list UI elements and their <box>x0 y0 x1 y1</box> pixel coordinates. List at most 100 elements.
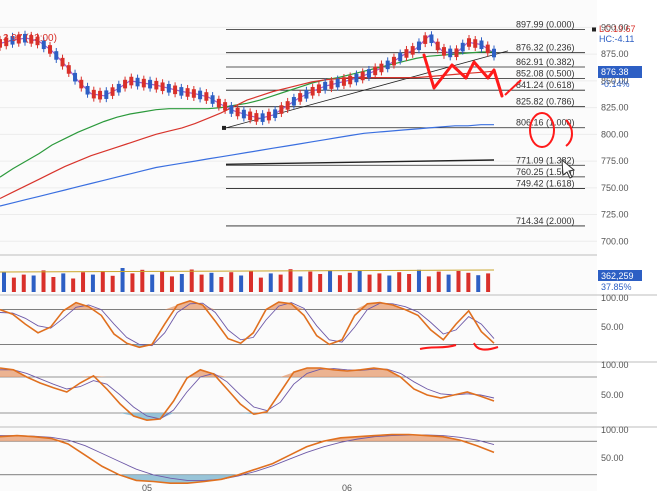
candle-body <box>273 109 278 118</box>
volume-bar <box>268 273 273 292</box>
annotation-osc-mark-1 <box>419 344 457 350</box>
price-tick-label: 800.00 <box>601 129 629 139</box>
candle-body <box>85 85 90 95</box>
candle-body <box>360 71 365 81</box>
price-tick-label: 750.00 <box>601 183 629 193</box>
candle-body <box>229 105 234 114</box>
volume-bar <box>61 273 66 292</box>
candle-body <box>91 89 96 99</box>
volume-bar <box>140 269 145 292</box>
osc-signal-line <box>0 368 495 420</box>
candle-body <box>216 98 221 108</box>
candle-body <box>448 48 453 58</box>
candle-body <box>341 77 346 86</box>
volume-bar <box>298 276 303 292</box>
candle-body <box>310 86 315 96</box>
fib-label: 825.82 (0.786) <box>516 97 575 107</box>
fib-label: 862.91 (0.382) <box>516 57 575 67</box>
volume-bar <box>367 274 372 292</box>
candle-body <box>373 66 378 76</box>
candle-body <box>104 90 109 99</box>
volume-bar <box>11 277 16 292</box>
candle-body <box>166 84 171 93</box>
price-tick-label: 775.00 <box>601 156 629 166</box>
fib-label: 897.99 (0.000) <box>516 19 575 29</box>
volume-bar <box>31 275 36 292</box>
fibonacci-retracement: 897.99 (0.000) 876.32 (0.236) 862.91 (0.38… <box>222 19 596 227</box>
overbought-fill <box>0 368 494 377</box>
price-tick-label: 700.00 <box>601 236 629 246</box>
osc-tick-label: 50.00 <box>601 453 624 463</box>
candle-body <box>391 56 396 66</box>
candle-body <box>60 57 65 67</box>
overbought-fill <box>0 300 494 310</box>
volume-bar <box>150 274 155 292</box>
candle-body <box>0 39 2 48</box>
fib-label: 806.16 (1.000) <box>516 118 575 128</box>
candle-body <box>73 72 78 82</box>
candle-body <box>298 93 303 102</box>
candle-body <box>379 63 384 73</box>
candle-body <box>173 85 178 95</box>
candle-body <box>404 49 409 58</box>
candle-body <box>285 101 290 110</box>
osc-tick-label: 50.00 <box>601 390 624 400</box>
volume-bar <box>476 275 481 292</box>
current-price: 876.38 <box>601 67 629 77</box>
osc-signal-line <box>0 302 495 347</box>
volume-bar <box>416 269 421 292</box>
candle-body <box>323 81 328 91</box>
candle-body <box>116 83 121 93</box>
volume-bar <box>110 275 115 292</box>
volume-bar <box>130 273 135 292</box>
current-change: -0.14% <box>601 79 630 89</box>
candle-body <box>441 47 446 56</box>
price-grid <box>0 26 597 242</box>
price-tick-label: 825.00 <box>601 103 629 113</box>
volume-bar <box>169 276 174 292</box>
oversold-fill <box>0 413 494 421</box>
volume-bar <box>446 274 451 292</box>
volume-bar <box>278 274 283 292</box>
volume-bar <box>288 269 293 292</box>
volume-bar <box>426 276 431 292</box>
osc-main-line <box>0 367 495 422</box>
candle-body <box>185 88 190 97</box>
candle-body <box>435 41 440 51</box>
candle-body <box>366 69 371 78</box>
volume-bar <box>81 272 86 292</box>
volume-bar <box>318 274 323 292</box>
candle-body <box>48 45 53 54</box>
chart-canvas: 897.99 (0.000) 876.32 (0.236) 862.91 (0.38… <box>0 0 657 491</box>
candle-body <box>304 90 309 99</box>
volume-bar <box>258 277 263 292</box>
volume-bar <box>456 271 461 292</box>
volume-bar <box>436 271 441 292</box>
candle-body <box>291 97 296 106</box>
candle-body <box>160 82 165 92</box>
candle-body <box>260 113 265 122</box>
fib-label: 841.24 (0.618) <box>516 80 575 90</box>
candle-body <box>316 84 321 93</box>
volume-value: 362,259 <box>601 271 634 281</box>
volume-bar <box>328 270 333 292</box>
volume-bar <box>377 273 382 292</box>
volume-bar <box>249 271 253 292</box>
candle-body <box>254 113 259 122</box>
volume-bar <box>90 274 95 292</box>
price-tick-label: 725.00 <box>601 210 629 220</box>
moving-averages <box>0 35 495 207</box>
chart-window: 897.99 (0.000) 876.32 (0.236) 862.91 (0.38… <box>0 0 657 491</box>
oscillator-panels: 100.00 50.00 100.00 50.00 100.00 50.00 <box>0 293 657 485</box>
osc-tick-label: 100.00 <box>601 293 629 303</box>
volume-bar <box>466 272 471 292</box>
last-price-label: 3.97 (13:00) <box>3 33 57 44</box>
candle-body <box>235 107 240 117</box>
osc-tick-label: 50.00 <box>601 322 624 332</box>
fib-anchor <box>222 125 226 130</box>
candle-body <box>279 105 284 114</box>
price-axis-ticks: 900.00875.00850.00825.00800.00775.00750.… <box>601 22 629 246</box>
candle-body <box>204 92 209 101</box>
hc-label: HC:-4.11 <box>599 34 634 44</box>
candle-body <box>454 48 459 58</box>
